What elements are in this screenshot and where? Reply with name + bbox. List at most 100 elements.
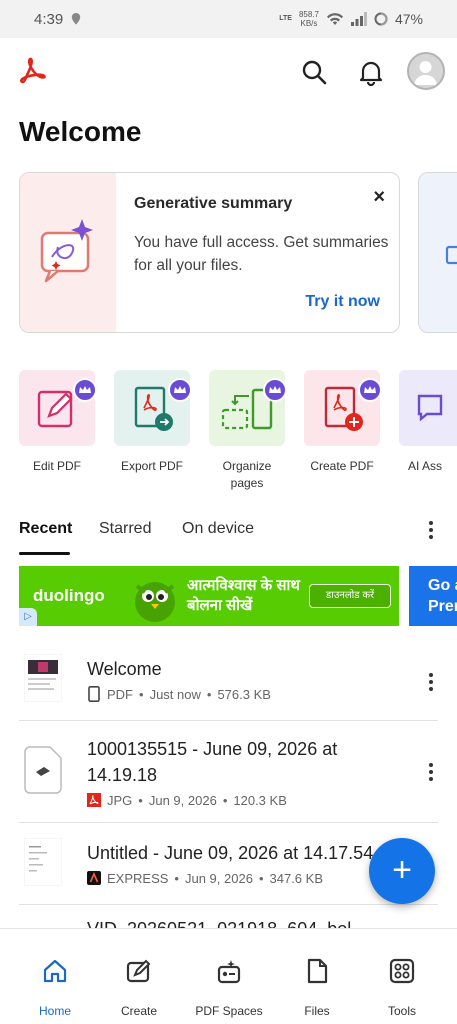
tool-label: Create PDF [310, 459, 374, 473]
battery-icon [374, 12, 388, 26]
meta-separator: • [258, 870, 264, 886]
ad-brand: duolingo [33, 586, 105, 605]
promo-card[interactable]: Generative summary × You have full acces… [19, 172, 400, 333]
file-name: Welcome [87, 659, 162, 679]
file-row[interactable]: VID_20260521_021918_604_bol [0, 912, 457, 928]
try-it-now-link[interactable]: Try it now [305, 293, 380, 311]
promo-body: You have full access. Get summaries for … [134, 234, 389, 274]
avatar[interactable] [407, 52, 445, 90]
acrobat-small-icon [87, 793, 101, 807]
ad-download-button[interactable]: डाउनलोड करें [309, 584, 391, 608]
promo-card-next[interactable] [418, 172, 457, 333]
premium-crown-icon [358, 378, 382, 402]
tab-recent[interactable]: Recent [19, 520, 72, 538]
file-row[interactable]: 1000135515 - June 09, 2026 at 14.19.18 J… [0, 730, 457, 822]
add-fab-button[interactable]: + [369, 838, 435, 904]
tool-label: Edit PDF [32, 459, 81, 473]
nav-create[interactable]: Create [94, 957, 184, 1018]
tab-on-device[interactable]: On device [182, 520, 254, 538]
close-icon[interactable]: × [373, 187, 385, 207]
meta-separator: • [138, 792, 143, 808]
meta-separator: • [206, 686, 212, 702]
nav-files[interactable]: Files [272, 957, 362, 1018]
signal-icon [350, 12, 367, 26]
ad-headline-line1: आत्मविश्वास के साथ [187, 577, 300, 594]
file-meta: PDF • Just now • 576.3 KB [87, 686, 271, 702]
nav-label: Home [38, 1004, 71, 1018]
premium-crown-icon [263, 378, 287, 402]
acrobat-logo-icon[interactable] [16, 56, 50, 86]
file-meta: JPG • Jun 9, 2026 • 120.3 KB [87, 792, 287, 808]
bell-icon[interactable] [357, 58, 385, 86]
ad-banner[interactable]: duolingo आत्मविश्वास के साथ बोलना सीखें … [19, 566, 399, 626]
home-icon [43, 959, 67, 983]
pdf-spaces-icon [217, 960, 241, 984]
tool-export-pdf[interactable]: Export PDF [107, 370, 197, 475]
speed-value: 858.7 [298, 10, 319, 19]
tool-tile [114, 370, 192, 446]
ad-headline-line2: बोलना सीखें [187, 597, 253, 614]
avatar-icon [414, 61, 437, 85]
file-thumbnail [24, 654, 62, 702]
tool-label: Export PDF [120, 459, 183, 473]
divider [19, 822, 438, 823]
create-icon [126, 959, 151, 983]
promo-illustration [20, 173, 116, 332]
files-icon [307, 958, 328, 984]
file-name: VID_20260521_021918_604_bol [87, 916, 407, 928]
tools-grid-icon [389, 958, 415, 984]
tool-tile [19, 370, 97, 446]
file-row[interactable]: Welcome PDF • Just now • 576.3 KB [0, 648, 457, 720]
nav-tools[interactable]: Tools [357, 957, 447, 1018]
tool-label: AI Ass [408, 459, 443, 473]
ad-banner-next[interactable]: Go a Pren [409, 566, 457, 626]
ad-info-icon[interactable]: ▷ [19, 608, 37, 626]
wifi-icon [326, 13, 343, 25]
file-date: Jun 9, 2026 [184, 870, 253, 886]
phone-icon [88, 686, 100, 702]
file-name: Untitled - June 09, 2026 at 14.17.54 [87, 843, 374, 863]
tool-edit-pdf[interactable]: Edit PDF [12, 370, 102, 475]
ai-assistant-icon [417, 394, 443, 422]
file-type: JPG [107, 792, 133, 808]
ad-next-line2: Pren [428, 598, 457, 615]
file-date: Just now [149, 686, 201, 702]
file-date: Jun 9, 2026 [148, 792, 217, 808]
network-speed: 858.7 KB/s [299, 10, 319, 28]
nav-pdf-spaces[interactable]: PDF Spaces [184, 957, 274, 1018]
promo-title: Generative summary [134, 195, 293, 212]
speed-unit: KB/s [300, 19, 318, 28]
file-thumbnail [24, 838, 62, 886]
premium-crown-icon [73, 378, 97, 402]
ad-next-line1: Go a [428, 577, 457, 594]
file-more-icon[interactable] [421, 760, 441, 784]
meta-separator: • [139, 686, 144, 702]
meta-separator: • [174, 870, 179, 886]
tab-starred[interactable]: Starred [99, 520, 151, 538]
nav-label: Tools [387, 1004, 416, 1018]
active-tab-indicator [19, 552, 70, 555]
file-type: PDF [107, 686, 133, 702]
search-icon[interactable] [300, 58, 328, 86]
battery-level: 47% [394, 11, 423, 27]
tool-organize-pages[interactable]: Organize pages [202, 370, 292, 492]
nav-label: Files [304, 1004, 330, 1018]
tabs-more-icon[interactable] [421, 518, 441, 542]
tool-tile [209, 370, 287, 446]
file-size: 120.3 KB [233, 792, 287, 808]
tools-row: Edit PDF Export PDF Organize pages Creat… [0, 370, 457, 500]
express-icon [87, 871, 101, 885]
file-more-icon[interactable] [421, 670, 441, 694]
ad-headline: आत्मविश्वास के साथ बोलना सीखें [187, 576, 300, 616]
nav-home[interactable]: Home [10, 957, 100, 1018]
network-type: LTE [279, 15, 292, 22]
ai-summary-icon [40, 219, 93, 283]
image-file-icon [24, 746, 62, 794]
tool-tile [399, 370, 457, 446]
status-bar: 4:39 LTE 858.7 KB/s 47% [0, 0, 457, 38]
file-tabs: Recent Starred On device [0, 508, 457, 556]
tool-ai-assistant[interactable]: AI Ass [392, 370, 457, 475]
tool-create-pdf[interactable]: Create PDF [297, 370, 387, 475]
location-icon [72, 13, 81, 25]
premium-crown-icon [168, 378, 192, 402]
